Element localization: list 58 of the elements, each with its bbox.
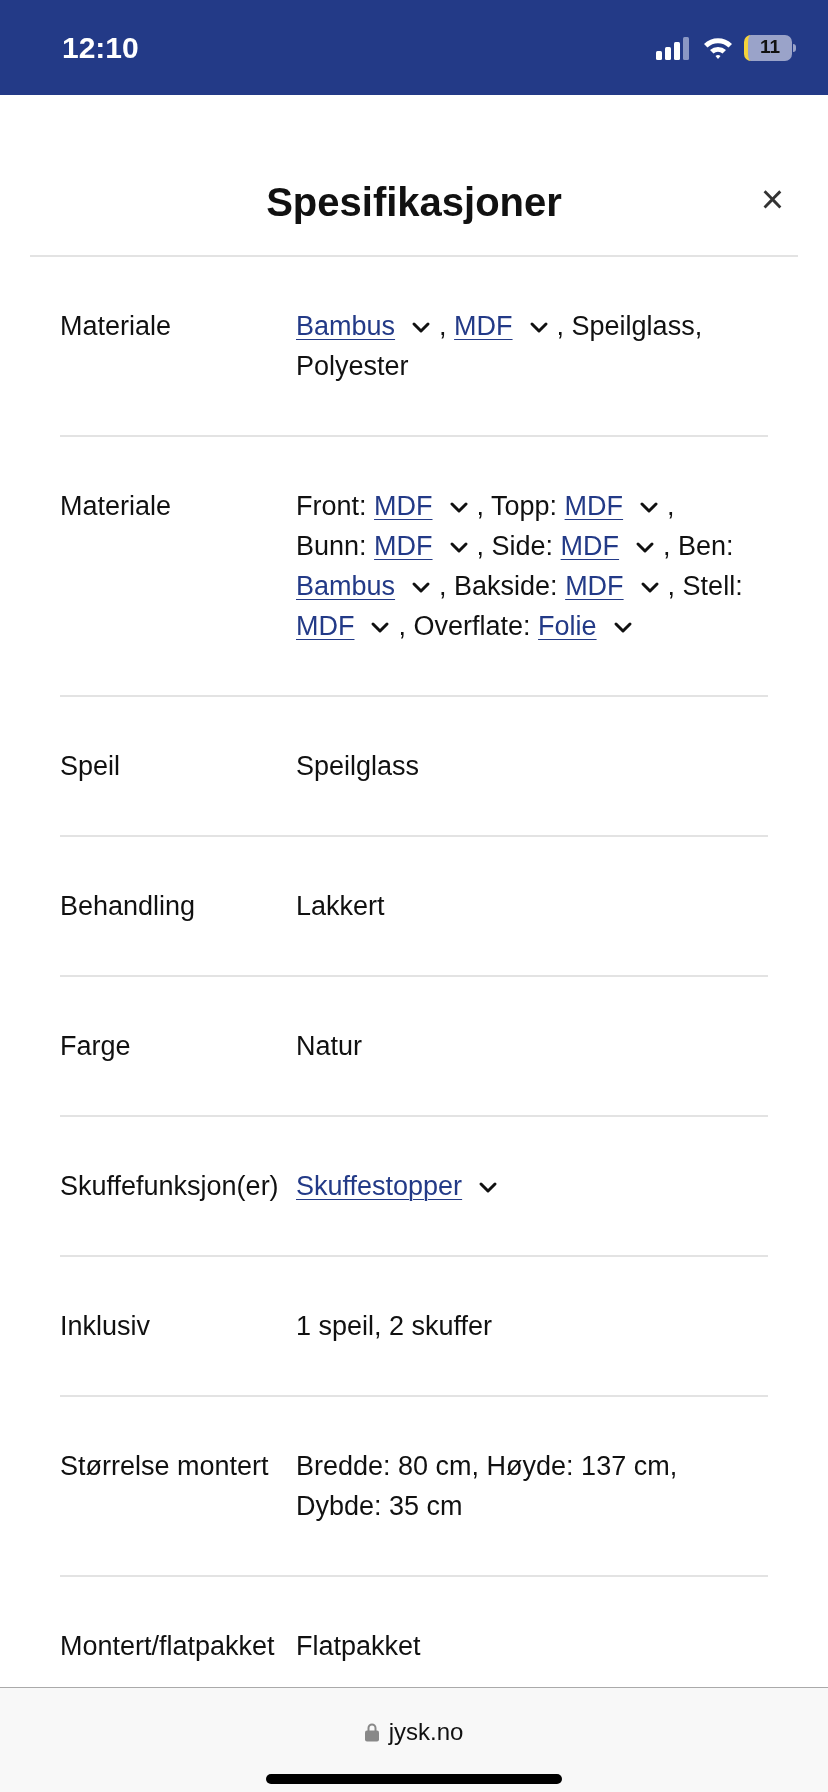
value-text: , Topp: xyxy=(476,491,559,521)
wifi-icon xyxy=(702,35,734,60)
chevron-down-icon[interactable] xyxy=(370,620,391,635)
value-link[interactable]: Folie xyxy=(538,611,597,641)
value-text: , Stell: xyxy=(667,571,743,601)
value-text: Dybde: 35 cm xyxy=(296,1491,463,1521)
value-link[interactable]: MDF xyxy=(374,531,433,561)
spec-label: Farge xyxy=(60,1030,132,1063)
spec-label: Størrelse montert xyxy=(60,1450,270,1483)
chevron-down-icon[interactable] xyxy=(478,1180,499,1195)
value-text: , Ben: xyxy=(663,531,734,561)
chevron-down-icon[interactable] xyxy=(635,540,656,555)
dialog-title: Spesifikasjoner xyxy=(266,179,562,226)
value-text: , xyxy=(667,491,675,521)
value-link[interactable]: MDF xyxy=(374,491,433,521)
value-text: Polyester xyxy=(296,351,409,381)
value-text: , Speilglass, xyxy=(556,311,703,341)
battery-level: 11 xyxy=(759,35,781,60)
value-text: , xyxy=(439,311,448,341)
value-link[interactable]: Bambus xyxy=(296,311,396,341)
chevron-down-icon[interactable] xyxy=(411,320,432,335)
signal-icon xyxy=(656,35,692,60)
value-text: Flatpakket xyxy=(296,1631,421,1661)
value-text: , Overflate: xyxy=(398,611,532,641)
spec-label: Inklusiv xyxy=(60,1310,152,1343)
value-text: Bredde: 80 cm, Høyde: 137 cm, xyxy=(296,1451,678,1481)
value-text: Lakkert xyxy=(296,891,385,921)
lock-icon xyxy=(364,1722,379,1742)
chevron-down-icon[interactable] xyxy=(639,500,660,515)
value-text: Natur xyxy=(296,1031,363,1061)
chevron-down-icon[interactable] xyxy=(411,580,432,595)
status-time: 12:10 xyxy=(62,30,139,66)
value-link[interactable]: MDF xyxy=(454,311,513,341)
value-link[interactable]: MDF xyxy=(565,571,624,601)
value-link[interactable]: Skuffestopper xyxy=(296,1171,463,1201)
url-text[interactable]: jysk.no xyxy=(388,1714,464,1750)
chevron-down-icon[interactable] xyxy=(528,320,549,335)
spec-label: Speil xyxy=(60,750,122,783)
chevron-down-icon[interactable] xyxy=(448,500,469,515)
close-button[interactable]: × xyxy=(760,179,784,219)
chevron-down-icon[interactable] xyxy=(612,620,633,635)
value-link[interactable]: MDF xyxy=(560,531,620,561)
spec-label: Montert/flatpakket xyxy=(60,1630,276,1663)
value-text: , Bakside: xyxy=(439,571,559,601)
value-text: , Side: xyxy=(476,531,555,561)
spec-label: Materiale xyxy=(60,310,173,343)
spec-label: Skuffefunksjon(er) xyxy=(60,1170,280,1203)
value-link[interactable]: MDF xyxy=(564,491,624,521)
value-link[interactable]: Bambus xyxy=(296,571,396,601)
chevron-down-icon[interactable] xyxy=(448,540,469,555)
spec-label: Behandling xyxy=(60,890,197,923)
value-link[interactable]: MDF xyxy=(296,611,355,641)
value-text: 1 speil, 2 skuffer xyxy=(296,1311,493,1341)
chevron-down-icon[interactable] xyxy=(639,580,660,595)
value-text: Front: xyxy=(296,491,368,521)
spec-label: Materiale xyxy=(60,490,173,523)
value-text: Bunn: xyxy=(296,531,368,561)
value-text: Speilglass xyxy=(296,751,420,781)
